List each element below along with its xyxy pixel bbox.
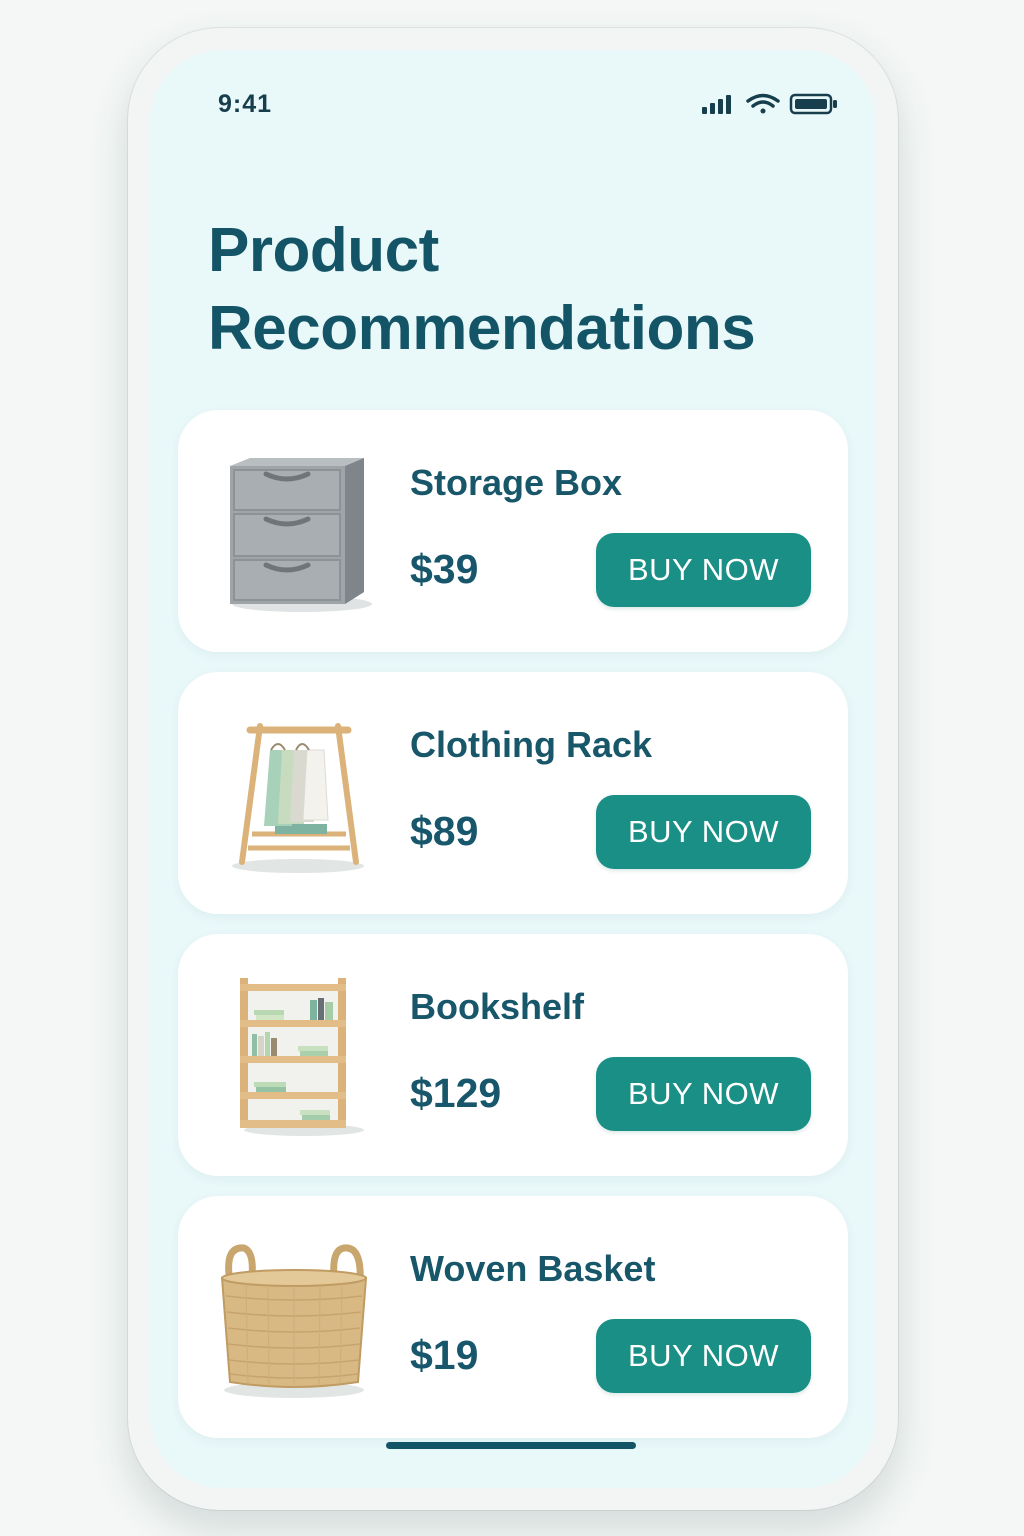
product-name: Clothing Rack xyxy=(410,724,653,765)
buy-now-button-clothing-rack[interactable]: BUY NOW xyxy=(596,795,811,869)
product-price: $39 xyxy=(410,546,479,592)
product-card-woven-basket: Woven Basket $19 BUY NOW xyxy=(178,1196,848,1438)
product-card-bookshelf: Bookshelf $129 BUY NOW xyxy=(178,934,848,1176)
phone-screen: 9:41 Product Recommendations Storage Box… xyxy=(150,50,876,1488)
buy-now-button-storage-box[interactable]: BUY NOW xyxy=(596,533,811,607)
product-name: Storage Box xyxy=(410,462,623,503)
status-icons xyxy=(702,93,837,115)
phone-frame: 9:41 Product Recommendations Storage Box… xyxy=(128,28,898,1510)
wifi-icon xyxy=(746,93,780,114)
product-name: Bookshelf xyxy=(410,986,585,1027)
buy-now-button-woven-basket[interactable]: BUY NOW xyxy=(596,1319,811,1393)
product-price: $19 xyxy=(410,1332,479,1378)
bookshelf-icon xyxy=(240,978,364,1136)
status-time: 9:41 xyxy=(218,90,273,118)
product-price: $89 xyxy=(410,808,479,854)
buy-now-button-bookshelf[interactable]: BUY NOW xyxy=(596,1057,811,1131)
product-card-clothing-rack: Clothing Rack $89 BUY NOW xyxy=(178,672,848,914)
product-price: $129 xyxy=(410,1070,502,1116)
page-title: Product Recommendations xyxy=(208,216,756,363)
status-bar: 9:41 xyxy=(150,50,876,160)
battery-icon xyxy=(789,93,837,115)
signal-icon xyxy=(702,95,731,114)
storage-drawers-icon xyxy=(230,458,372,612)
home-indicator[interactable] xyxy=(386,1442,636,1449)
product-list: Storage Box $39 BUY NOW Clothing Rack $8… xyxy=(178,410,848,1458)
clothing-rack-icon xyxy=(232,723,364,873)
product-card-storage-box: Storage Box $39 BUY NOW xyxy=(178,410,848,652)
product-name: Woven Basket xyxy=(410,1248,656,1289)
woven-basket-icon xyxy=(220,1244,368,1398)
